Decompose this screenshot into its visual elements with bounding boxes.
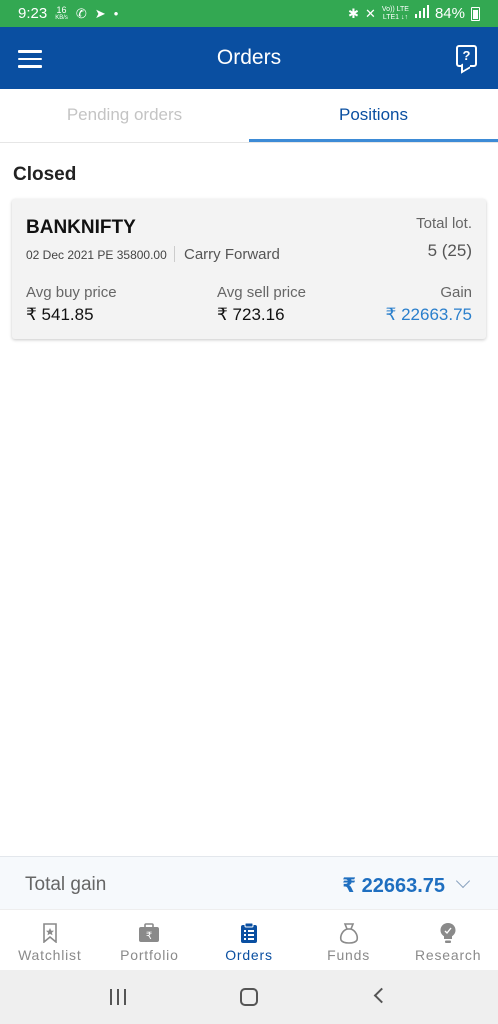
- nav-orders[interactable]: Orders: [199, 910, 299, 970]
- nav-research[interactable]: Research: [398, 910, 498, 970]
- mute-icon: ✕: [364, 5, 376, 21]
- back-icon[interactable]: [373, 987, 390, 1004]
- position-card[interactable]: BANKNIFTY Total lot. 02 Dec 2021 PE 3580…: [12, 199, 486, 339]
- nav-label: Research: [415, 947, 482, 963]
- system-navigation-bar: [0, 970, 498, 1024]
- status-bar: 9:23 16 KB/s ✆ ➤ • ✱ ✕ Vo)) LTE LTE1 ↓↑ …: [0, 0, 498, 27]
- position-symbol: BANKNIFTY: [26, 217, 136, 238]
- tab-positions[interactable]: Positions: [249, 89, 498, 142]
- clipboard-list-icon: [238, 922, 260, 944]
- page-title: Orders: [216, 46, 282, 69]
- nav-label: Portfolio: [120, 947, 179, 963]
- order-tabs: Pending orders Positions: [0, 89, 498, 143]
- svg-text:₹: ₹: [146, 931, 152, 942]
- bookmark-star-icon: [39, 922, 61, 944]
- gain-label: Gain: [440, 284, 472, 301]
- network-speed-value: 16: [56, 4, 67, 15]
- network-type: Vo)) LTE LTE1 ↓↑: [382, 6, 409, 22]
- recent-apps-icon[interactable]: [110, 989, 126, 1005]
- network-type-top: Vo)) LTE: [381, 5, 409, 13]
- avg-buy-value: ₹ 541.85: [26, 305, 94, 324]
- tab-pending-orders[interactable]: Pending orders: [0, 89, 249, 142]
- money-bag-icon: [338, 922, 360, 944]
- app-header: Orders ?: [0, 27, 498, 89]
- dot-icon: •: [113, 6, 119, 21]
- contract-details: 02 Dec 2021 PE 35800.00: [26, 248, 167, 262]
- briefcase-rupee-icon: ₹: [138, 922, 160, 944]
- product-type: Carry Forward: [184, 246, 280, 263]
- avg-buy-label: Avg buy price: [26, 284, 117, 301]
- bluetooth-icon: ✱: [348, 5, 359, 21]
- avg-sell-label: Avg sell price: [217, 284, 306, 301]
- battery-percent: 84%: [434, 5, 465, 22]
- total-gain-label: Total gain: [25, 874, 107, 895]
- total-gain-bar[interactable]: Total gain ₹ 22663.75: [0, 856, 498, 909]
- nav-label: Orders: [225, 947, 273, 963]
- bottom-navigation: Watchlist ₹ Portfolio Orders Funds Resea…: [0, 909, 498, 970]
- network-speed: 16 KB/s: [55, 4, 68, 22]
- total-gain-value: ₹ 22663.75: [342, 875, 445, 897]
- help-icon[interactable]: ?: [456, 45, 477, 67]
- nav-label: Watchlist: [18, 947, 82, 963]
- nav-portfolio[interactable]: ₹ Portfolio: [100, 910, 200, 970]
- nav-watchlist[interactable]: Watchlist: [0, 910, 100, 970]
- lightbulb-icon: [437, 922, 459, 944]
- orders-screen: 9:23 16 KB/s ✆ ➤ • ✱ ✕ Vo)) LTE LTE1 ↓↑ …: [0, 0, 498, 1024]
- menu-icon[interactable]: [18, 50, 42, 68]
- nav-label: Funds: [327, 947, 371, 963]
- gain-value: ₹ 22663.75: [385, 305, 472, 324]
- nav-funds[interactable]: Funds: [299, 910, 399, 970]
- total-lot-value: 5 (25): [427, 241, 472, 260]
- network-type-bottom: LTE1 ↓↑: [382, 13, 408, 21]
- home-icon[interactable]: [240, 988, 258, 1006]
- total-lot-label: Total lot.: [416, 215, 472, 232]
- telegram-icon: ➤: [94, 5, 106, 21]
- phone-icon: ✆: [75, 5, 87, 21]
- avg-sell-value: ₹ 723.16: [217, 305, 285, 324]
- signal-icon: [414, 5, 429, 22]
- network-speed-unit: KB/s: [55, 14, 68, 21]
- divider: [174, 246, 175, 262]
- section-title: Closed: [13, 164, 77, 185]
- battery-icon: [471, 6, 480, 21]
- status-time: 9:23: [18, 5, 48, 22]
- chevron-down-icon[interactable]: [455, 873, 471, 889]
